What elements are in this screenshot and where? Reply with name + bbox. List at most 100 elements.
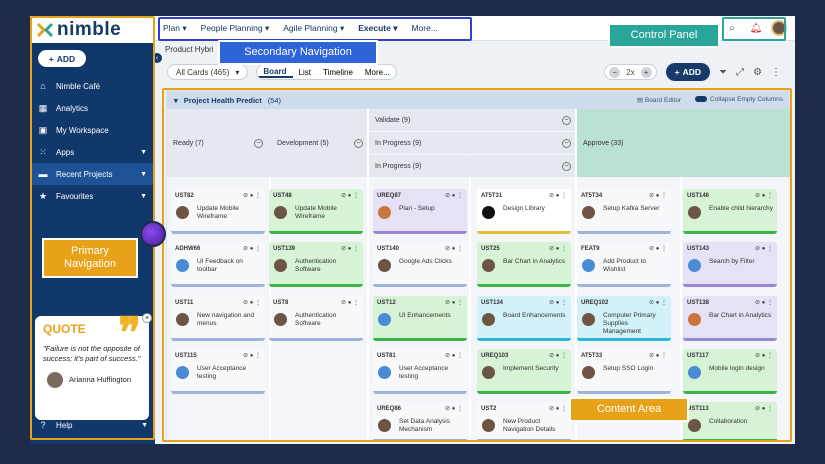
kanban-card[interactable]: AT5T33 ⊘ ● ⋮ Setup SSO Login (577, 349, 671, 394)
card-filter-select[interactable]: All Cards (465) ▾ (167, 64, 249, 80)
card-actions-icon: ⊘ ● ⋮ (755, 406, 773, 412)
card-actions-icon: ⊘ ● ⋮ (649, 246, 667, 252)
avatar (47, 371, 63, 388)
menu-more[interactable]: More... (411, 23, 437, 34)
sidebar-item-label: Apps (56, 147, 75, 157)
avatar (176, 313, 189, 326)
quote-marks-icon: ❞ (118, 308, 141, 357)
floating-assistant-button[interactable] (140, 221, 166, 247)
kanban-card[interactable]: UREQ87 ⊘ ● ⋮ Plan - Setup (373, 189, 467, 234)
kanban-card[interactable]: UREQ86 ⊘ ● ⋮ Set Data Analysis Mechanism (373, 402, 467, 442)
notification-bell-icon[interactable]: 🔔︎ (747, 19, 765, 37)
kanban-card[interactable]: AT5T31 ⊘ ● ⋮ Design Library (477, 189, 571, 234)
kanban-card[interactable]: UST143 ⊘ ● ⋮ Search by Filter (683, 242, 777, 287)
avatar (482, 419, 495, 432)
sidebar-add-label: ADD (56, 53, 76, 64)
zoom-control: − 2x + (604, 64, 657, 80)
user-avatar[interactable] (771, 20, 787, 36)
avatar (582, 313, 595, 326)
quote-card: QUOTE ❞ "Failure is not the opposite of … (35, 312, 152, 420)
close-icon[interactable]: × (142, 313, 152, 323)
tab-timeline[interactable]: Timeline (317, 68, 359, 77)
expand-icon[interactable]: ⤢ (736, 67, 744, 78)
settings-icon[interactable]: ⚙ (753, 67, 762, 78)
kanban-card[interactable]: UST25 ⊘ ● ⋮ Bar Chart in Analytics (477, 242, 571, 287)
collapse-empty-toggle[interactable]: Collapse Empty Columns (695, 96, 783, 104)
kanban-card[interactable]: UREQ103 ⊘ ● ⋮ Implement Security (477, 349, 571, 394)
menu-agile-planning[interactable]: Agile Planning ▾ (283, 23, 344, 34)
tab-list[interactable]: List (293, 68, 317, 77)
plus-icon: + (48, 53, 54, 64)
kanban-card[interactable]: UST11 ⊘ ● ⋮ New navigation and menus (171, 296, 265, 341)
chevron-down-icon: ▾ (235, 67, 240, 77)
help-icon: ? (40, 420, 46, 430)
board-editor-button[interactable]: ▤ Board Editor (637, 96, 681, 104)
sidebar-item-my-workspace[interactable]: ▣ My Workspace (30, 119, 155, 141)
kanban-card[interactable]: UST139 ⊘ ● ⋮ Authentication Software (269, 242, 363, 287)
sidebar-item-apps[interactable]: ⁙ Apps ▼ (30, 141, 155, 163)
search-icon[interactable]: ⌕ (723, 19, 741, 37)
kanban-card[interactable]: UST48 ⊘ ● ⋮ Update Mobile Wireframe (269, 189, 363, 234)
kanban-card[interactable]: UST115 ⊘ ● ⋮ User Acceptance testing (171, 349, 265, 394)
kanban-card[interactable]: UST113 ⊘ ● ⋮ Collaboration (683, 402, 777, 442)
kanban-card[interactable]: UST82 ⊘ ● ⋮ Update Mobile Wireframe (171, 189, 265, 234)
content-area-label: Content Area (569, 397, 689, 422)
kanban-card[interactable]: UST117 ⊘ ● ⋮ Mobile login design (683, 349, 777, 394)
kanban-card[interactable]: FEAT9 ⊘ ● ⋮ Add Product to Wishlist (577, 242, 671, 287)
sidebar-item-label: Nimble Café (56, 81, 101, 91)
kanban-card[interactable]: UST146 ⊘ ● ⋮ Enable child hierarchy (683, 189, 777, 234)
sidebar-item-label: Favourites (56, 191, 94, 201)
column-header-validate[interactable]: Validate (9) − (369, 109, 575, 131)
avatar (378, 419, 391, 432)
secondary-navigation-label: Secondary Navigation (218, 40, 378, 65)
avatar (688, 366, 701, 379)
column-header-development[interactable]: Development (5) − (271, 109, 367, 177)
nimble-logo-icon (36, 22, 54, 37)
kanban-card[interactable]: UST134 ⊘ ● ⋮ Board Enhancements (477, 296, 571, 341)
menu-plan[interactable]: Plan ▾ (163, 23, 187, 34)
sidebar-item-nimble-cafe[interactable]: ⌂ Nimble Café (30, 75, 155, 97)
sidebar-item-recent-projects[interactable]: ▬ Recent Projects ▼ (30, 163, 155, 185)
zoom-out-button[interactable]: − (609, 66, 621, 78)
collapse-caret-icon[interactable]: ▾ (174, 96, 178, 105)
sidebar-item-analytics[interactable]: ▦ Analytics (30, 97, 155, 119)
avatar (378, 366, 391, 379)
chart-icon: ▦ (38, 102, 48, 113)
chevron-down-icon: ▼ (141, 421, 148, 429)
kanban-card[interactable]: UREQ102 ⊘ ● ⋮ Computer Primary Supplies Ma… (577, 296, 671, 341)
avatar (176, 259, 189, 272)
sidebar-collapse-button[interactable]: ‹ (152, 53, 162, 63)
column-header-in-progress[interactable]: In Progress (9) − (369, 132, 575, 154)
top-menu: Plan ▾ People Planning ▾ Agile Planning … (155, 23, 438, 34)
star-icon: ★ (38, 190, 48, 201)
menu-people-planning[interactable]: People Planning ▾ (201, 23, 270, 34)
sidebar-add-button[interactable]: + ADD (38, 50, 86, 67)
sidebar-item-help[interactable]: ? Help ▼ (38, 420, 148, 430)
tab-more[interactable]: More... (359, 68, 396, 77)
kanban-card[interactable]: UST140 ⊘ ● ⋮ Google Ads Clicks (373, 242, 467, 287)
filter-icon[interactable]: ⏷ (719, 67, 727, 78)
card-actions-icon: ⊘ ● ⋮ (243, 193, 261, 199)
kanban-card[interactable]: UST12 ⊘ ● ⋮ UI Enhancements (373, 296, 467, 341)
kanban-card[interactable]: UST81 ⊘ ● ⋮ User Acceptance testing (373, 349, 467, 394)
avatar (688, 206, 701, 219)
card-actions-icon: ⊘ ● ⋮ (549, 406, 567, 412)
kanban-card[interactable]: UST8 ⊘ ● ⋮ Authentication Software (269, 296, 363, 341)
kanban-card[interactable]: ADHW66 ⊘ ● ⋮ UI Feedback on toolbar (171, 242, 265, 287)
avatar (482, 366, 495, 379)
sidebar-item-favourites[interactable]: ★ Favourites ▼ (30, 185, 155, 207)
menu-execute[interactable]: Execute ▾ (358, 23, 397, 34)
kanban-card[interactable]: AT5T34 ⊘ ● ⋮ Setup Kafka Server (577, 189, 671, 234)
add-card-button[interactable]: + ADD (665, 63, 711, 81)
tab-board[interactable]: Board (257, 67, 293, 78)
logo[interactable]: nimble (30, 16, 155, 43)
breadcrumb-project[interactable]: Product Hybri (165, 45, 213, 54)
column-header-approve[interactable]: Approve (33) (577, 109, 791, 177)
zoom-in-button[interactable]: + (640, 66, 652, 78)
kanban-card[interactable]: UST2 ⊘ ● ⋮ New Product Navigation Details (477, 402, 571, 442)
kanban-card[interactable]: UST138 ⊘ ● ⋮ Bar Chart in Analytics (683, 296, 777, 341)
avatar (582, 366, 595, 379)
control-panel-label: Control Panel (608, 23, 720, 48)
more-options-icon[interactable]: ⋮ (771, 67, 781, 78)
column-header-in-progress[interactable]: In Progress (9) − (369, 155, 575, 177)
